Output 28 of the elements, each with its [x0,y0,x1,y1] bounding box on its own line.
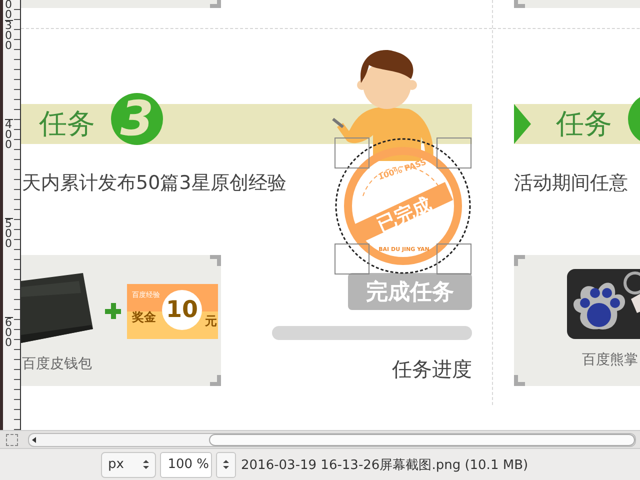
progress-label: 任务进度 [392,356,472,383]
ruler-label: 400 [5,119,13,218]
ruler-label: 500 [5,218,13,317]
prize-caption: 百度皮钱包 [22,355,93,373]
task-description: 天内累计发布50篇3星原创经验 [22,171,286,196]
corner-bracket [514,255,525,266]
task-title: 任务 [556,106,612,142]
coupon-label: 奖金 [132,308,156,326]
ruler-label: 300 [5,20,13,119]
unit-dropdown[interactable]: px [101,452,156,478]
file-info: 2016-03-19 16-13-26屏幕截图.png (10.1 MB) [241,456,528,474]
corner-bracket [514,0,525,8]
horizontal-scrollbar[interactable] [28,432,636,446]
zoom-spinner[interactable] [216,452,236,478]
corner-bracket [210,0,221,8]
navigate-icon[interactable] [6,434,18,446]
task-title: 任务 [39,106,95,142]
corner-bracket [514,375,525,386]
corner-bracket [210,255,221,266]
task-description: 活动期间任意 [514,171,628,196]
ruler-label: 00 [5,0,13,20]
coupon-unit: 元 [205,312,217,330]
coupon-amount: 10 [162,290,202,330]
corner-bracket [210,375,221,386]
zoom-field[interactable]: 100 % [160,452,212,478]
prize-caption: 百度熊掌 [582,351,639,369]
task-number: 3 [111,93,163,145]
ruler-label: 600 [5,317,13,416]
